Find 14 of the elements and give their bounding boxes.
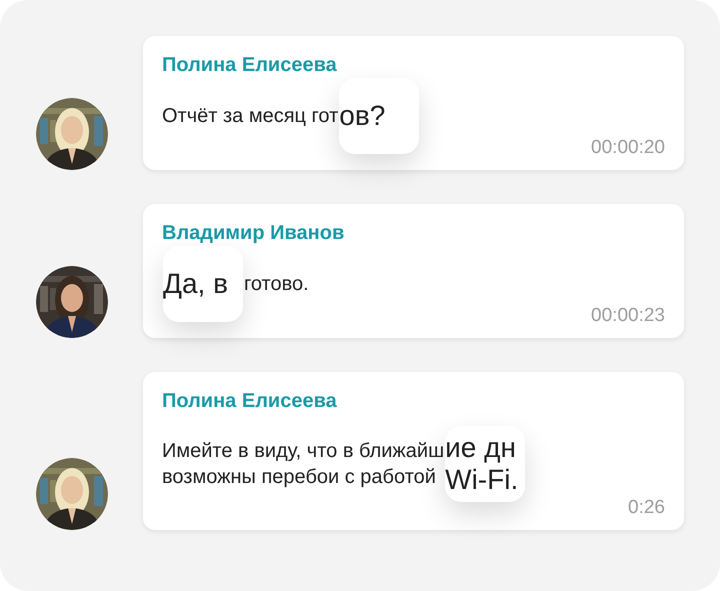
message-text: Отчёт за месяц гот xyxy=(162,104,338,129)
magnified-text: Да, в xyxy=(163,268,229,300)
magnified-text: ие дн xyxy=(445,432,517,464)
message-text: готово. xyxy=(244,272,309,297)
magnified-text: ов? xyxy=(339,100,386,132)
author-name: Владимир Иванов xyxy=(162,221,344,246)
message-text: Имейте в виду, что в ближайш xyxy=(162,439,444,464)
timestamp: 00:00:23 xyxy=(591,304,665,328)
author-name: Полина Елисеева xyxy=(162,389,337,414)
timestamp: 00:00:20 xyxy=(591,136,665,160)
timestamp: 0:26 xyxy=(628,496,665,520)
author-name: Полина Елисеева xyxy=(162,53,337,78)
message-text: возможны перебои с работой xyxy=(162,465,437,490)
magnified-text: Wi-Fi. xyxy=(445,464,520,496)
